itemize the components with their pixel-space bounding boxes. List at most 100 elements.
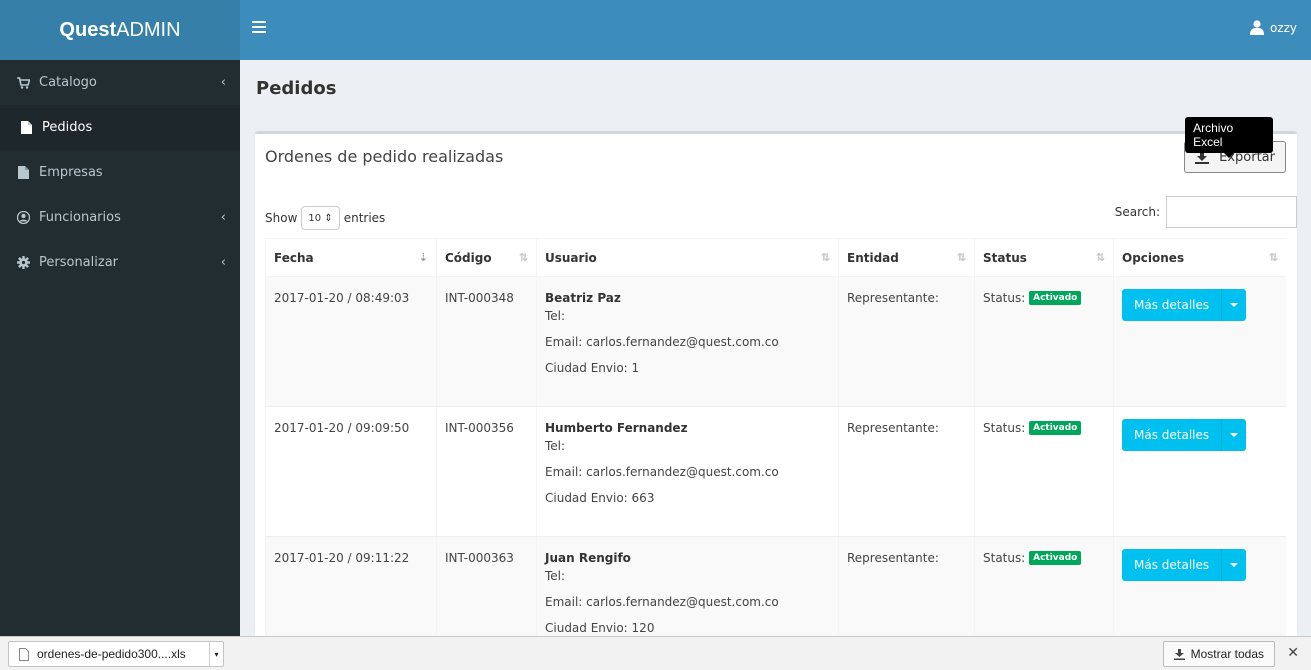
chevron-left-icon: ‹ — [220, 210, 226, 225]
details-button[interactable]: Más detalles — [1122, 549, 1223, 581]
user-email: Email: carlos.fernandez@quest.com.co — [545, 595, 779, 609]
cell-usuario: Juan Rengifo Tel: Email: carlos.fernande… — [536, 536, 839, 636]
user-tel: Tel: — [545, 569, 566, 583]
user-ciudad: Ciudad Envio: 1 — [545, 361, 640, 375]
box-title: Ordenes de pedido realizadas — [265, 147, 504, 166]
header-label: Código — [445, 250, 492, 265]
search-box: Search: — [1115, 196, 1297, 228]
user-menu[interactable]: ozzy — [1249, 20, 1297, 35]
logo-light-text: ADMIN — [116, 19, 181, 41]
user-tel: Tel: — [545, 439, 566, 453]
cell-status: Status: Activado — [974, 536, 1114, 636]
table-row: 2017-01-20 / 09:11:22 INT-000363 Juan Re… — [265, 536, 1286, 636]
cell-fecha: 2017-01-20 / 08:49:03 — [265, 276, 437, 407]
status-badge: Activado — [1029, 551, 1082, 565]
user-name: Beatriz Paz — [545, 291, 621, 305]
show-all-label: Mostrar todas — [1190, 647, 1264, 661]
cell-entidad: Representante: — [838, 406, 975, 537]
dropdown-caret-icon[interactable] — [1222, 549, 1247, 581]
table-row: 2017-01-20 / 09:09:50 INT-000356 Humbert… — [265, 406, 1286, 537]
chevron-left-icon: ‹ — [220, 75, 226, 90]
file-icon — [19, 121, 33, 135]
table-row: 2017-01-20 / 08:49:03 INT-000348 Beatriz… — [265, 276, 1286, 407]
page-title: Pedidos — [256, 78, 337, 99]
sort-icon: ⇅ — [956, 251, 966, 264]
sort-icon: ⇅ — [820, 251, 830, 264]
gear-icon — [16, 256, 30, 270]
status-badge: Activado — [1029, 291, 1082, 305]
sidebar-item-label: Funcionarios — [39, 210, 121, 225]
logo-bold-text: Quest — [59, 19, 117, 41]
username: ozzy — [1269, 20, 1297, 35]
details-button-group: Más detalles — [1122, 419, 1247, 451]
status-label: Status: — [983, 551, 1026, 565]
close-icon[interactable]: ✕ — [1287, 645, 1299, 661]
details-button[interactable]: Más detalles — [1122, 289, 1223, 321]
cell-opciones: Más detalles — [1113, 406, 1286, 537]
show-all-downloads-button[interactable]: Mostrar todas — [1162, 641, 1275, 667]
header-label: Fecha — [274, 250, 314, 265]
status-label: Status: — [983, 291, 1026, 305]
orders-box: Ordenes de pedido realizadas Exportar Ar… — [255, 117, 1297, 636]
show-entries: Show 10 ⇕ entries — [265, 206, 385, 230]
header-label: Usuario — [545, 250, 597, 265]
sidebar-toggle-icon[interactable] — [252, 21, 266, 39]
user-ciudad: Ciudad Envio: 663 — [545, 491, 655, 505]
main-content: Pedidos Ordenes de pedido realizadas Exp… — [240, 60, 1311, 636]
column-header-status[interactable]: Status ⇅ — [974, 238, 1114, 277]
cell-fecha: 2017-01-20 / 09:11:22 — [265, 536, 437, 636]
entries-select[interactable]: 10 ⇕ — [301, 206, 340, 230]
show-label: Show — [265, 211, 298, 225]
entries-label: entries — [343, 211, 386, 225]
cell-fecha: 2017-01-20 / 09:09:50 — [265, 406, 437, 537]
sort-asc-icon: ⇣ — [418, 251, 428, 264]
sidebar-item-catalogo[interactable]: Catalogo ‹ — [0, 60, 240, 105]
header-label: Opciones — [1122, 250, 1185, 265]
cell-entidad: Representante: — [838, 276, 975, 407]
sidebar-item-funcionarios[interactable]: Funcionarios ‹ — [0, 195, 240, 240]
details-button[interactable]: Más detalles — [1122, 419, 1223, 451]
download-filename: ordenes-de-pedido300....xls — [37, 647, 186, 661]
column-header-codigo[interactable]: Código ⇅ — [436, 238, 537, 277]
status-label: Status: — [983, 421, 1026, 435]
column-header-entidad[interactable]: Entidad ⇅ — [838, 238, 975, 277]
cell-status: Status: Activado — [974, 406, 1114, 537]
header-label: Entidad — [847, 250, 899, 265]
cell-codigo: INT-000348 — [436, 276, 537, 407]
file-icon — [16, 166, 30, 180]
cart-icon — [16, 76, 30, 90]
sidebar-item-pedidos[interactable]: Pedidos — [0, 105, 240, 150]
cell-status: Status: Activado — [974, 276, 1114, 407]
orders-table: Fecha ⇣ Código ⇅ Usuario ⇅ Entidad ⇅ Status ⇅… — [265, 238, 1286, 636]
export-button[interactable]: Exportar Archivo Excel — [1184, 117, 1286, 173]
cell-usuario: Humberto Fernandez Tel: Email: carlos.fe… — [536, 406, 839, 537]
user-email: Email: carlos.fernandez@quest.com.co — [545, 335, 779, 349]
cell-opciones: Más detalles — [1113, 536, 1286, 636]
entries-value: 10 — [308, 212, 322, 224]
column-header-opciones[interactable]: Opciones ⇅ — [1113, 238, 1286, 277]
document-icon — [19, 647, 29, 661]
updown-icon: ⇕ — [324, 212, 333, 224]
cell-opciones: Más detalles — [1113, 276, 1286, 407]
user-tel: Tel: — [545, 309, 566, 323]
app-logo[interactable]: QuestADMIN — [0, 0, 240, 60]
cell-codigo: INT-000356 — [436, 406, 537, 537]
sidebar-item-personalizar[interactable]: Personalizar ‹ — [0, 240, 240, 285]
column-header-usuario[interactable]: Usuario ⇅ — [536, 238, 839, 277]
sort-icon: ⇅ — [1095, 251, 1105, 264]
dropdown-caret-icon[interactable] — [1222, 419, 1247, 451]
search-input[interactable] — [1166, 196, 1297, 228]
cell-codigo: INT-000363 — [436, 536, 537, 636]
user-email: Email: carlos.fernandez@quest.com.co — [545, 465, 779, 479]
column-header-fecha[interactable]: Fecha ⇣ — [265, 238, 437, 277]
dropdown-caret-icon[interactable] — [1222, 289, 1247, 321]
chevron-left-icon: ‹ — [220, 255, 226, 270]
cell-entidad: Representante: — [838, 536, 975, 636]
sidebar-item-empresas[interactable]: Empresas — [0, 150, 240, 195]
sidebar-item-label: Empresas — [39, 165, 103, 180]
details-button-group: Más detalles — [1122, 289, 1247, 321]
user-circle-icon — [16, 211, 30, 225]
status-badge: Activado — [1029, 421, 1082, 435]
download-item[interactable]: ordenes-de-pedido300....xls ▾ — [8, 641, 224, 667]
chevron-down-icon[interactable]: ▾ — [209, 642, 223, 666]
